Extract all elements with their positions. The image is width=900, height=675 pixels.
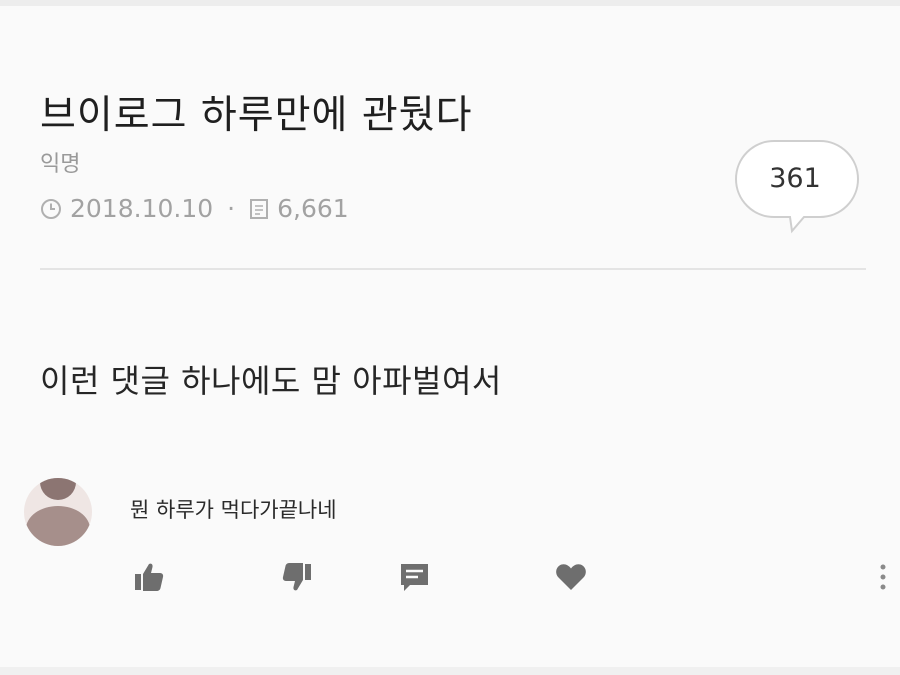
divider <box>40 268 866 270</box>
heart-icon[interactable] <box>554 560 588 594</box>
meta-separator: · <box>227 194 236 223</box>
document-icon <box>249 198 269 220</box>
bottom-edge <box>0 667 900 675</box>
avatar-head <box>40 478 76 500</box>
thumbs-down-icon[interactable] <box>280 560 314 594</box>
post-body: 이런 댓글 하나에도 맘 아파벌여서 <box>40 362 502 400</box>
post-date: 2018.10.10 <box>70 194 214 223</box>
comment-text: 뭔 하루가 먹다가끝나네 <box>130 498 337 522</box>
more-vertical-icon[interactable] <box>878 562 888 592</box>
post-author: 익명 <box>40 152 81 177</box>
post-title: 브이로그 하루만에 관뒀다 <box>40 93 473 139</box>
avatar-body <box>26 506 90 546</box>
comment-count-bubble[interactable]: 361 <box>734 139 860 234</box>
avatar[interactable] <box>24 478 92 546</box>
top-edge <box>0 0 900 6</box>
reply-icon[interactable] <box>398 560 432 594</box>
view-count: 6,661 <box>277 194 349 223</box>
clock-icon <box>40 198 62 220</box>
post-meta: 2018.10.10 · 6,661 <box>40 194 349 223</box>
comment-count: 361 <box>769 163 821 194</box>
thumbs-up-icon[interactable] <box>132 560 166 594</box>
